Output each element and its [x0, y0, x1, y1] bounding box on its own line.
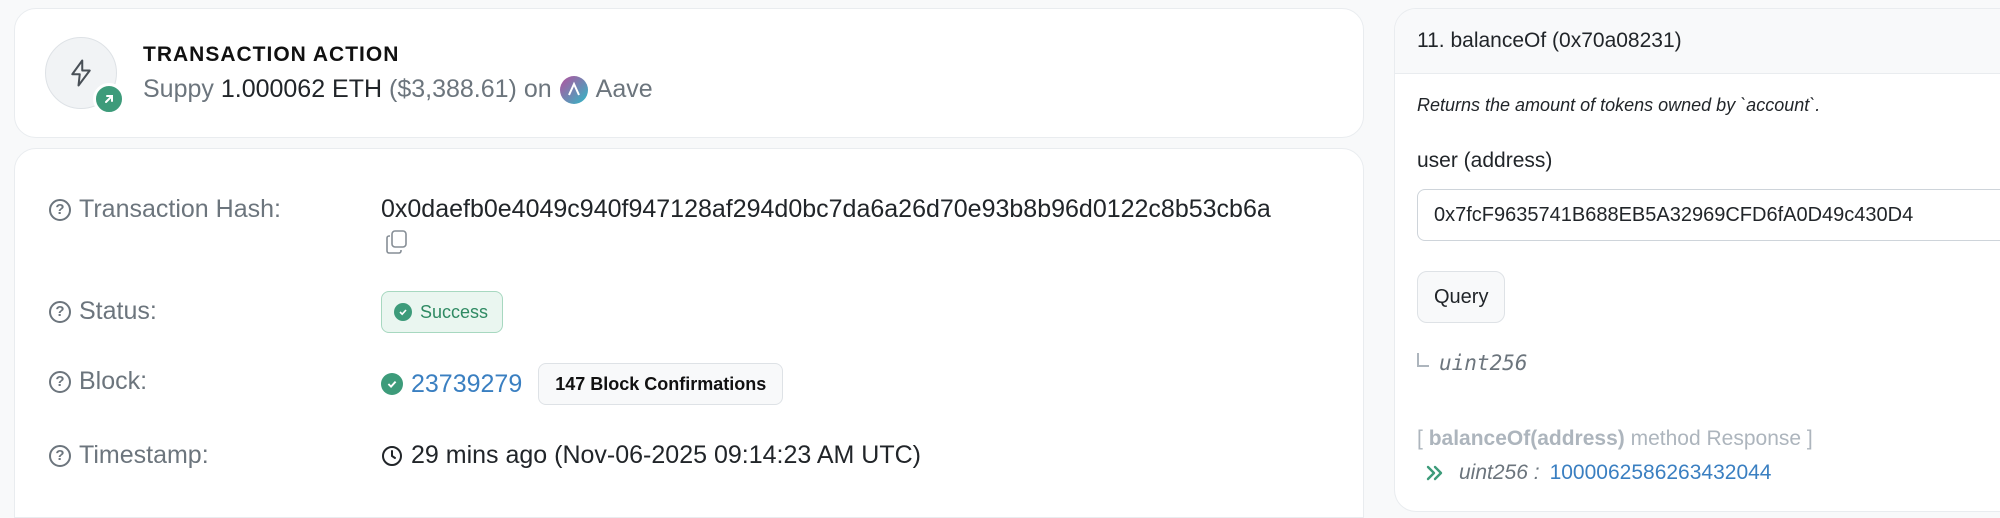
- action-on: on: [523, 75, 552, 103]
- timestamp-value: 29 mins ago (Nov-06-2025 09:14:23 AM UTC…: [381, 441, 921, 470]
- response-value: 1000062586263432044: [1549, 461, 1772, 484]
- response-row: uint256 : 1000062586263432044: [1425, 461, 1771, 485]
- action-summary: Suppy 1.000062 ETH ($3,388.61) on Aave: [143, 75, 653, 104]
- check-circle-icon: [381, 373, 403, 395]
- action-title: TRANSACTION ACTION: [143, 43, 400, 66]
- help-icon[interactable]: ?: [49, 198, 71, 221]
- action-verb: Suppy: [143, 75, 214, 103]
- function-header[interactable]: 11. balanceOf (0x70a08231): [1395, 9, 2000, 74]
- status-value: Success: [381, 291, 504, 333]
- transaction-action-card: TRANSACTION ACTION Suppy 1.000062 ETH ($…: [14, 8, 1364, 138]
- function-description: Returns the amount of tokens owned by `a…: [1417, 95, 1821, 115]
- block-label: ? Block:: [49, 367, 147, 396]
- copy-icon[interactable]: [385, 229, 409, 260]
- action-amount: 1.000062 ETH: [220, 75, 383, 103]
- block-value: 23739279 147 Block Confirmations: [381, 363, 784, 405]
- transaction-details-card: ? Transaction Hash: 0x0daefb0e4049c940f94…: [14, 148, 1364, 518]
- aave-logo-icon: [559, 75, 588, 104]
- timestamp-label: ? Timestamp:: [49, 441, 209, 470]
- action-protocol-link[interactable]: Aave: [596, 75, 653, 104]
- return-type: uint256: [1417, 351, 1528, 375]
- address-input[interactable]: [1417, 189, 2000, 241]
- query-button[interactable]: Query: [1417, 271, 1506, 323]
- response-method: balanceOf(address): [1428, 427, 1625, 450]
- help-icon[interactable]: ?: [49, 370, 71, 393]
- help-icon[interactable]: ?: [49, 444, 71, 467]
- tree-branch-icon: [1417, 353, 1429, 367]
- block-confirmations-badge: 147 Block Confirmations: [538, 363, 784, 405]
- function-title: 11. balanceOf (0x70a08231): [1417, 29, 1682, 52]
- double-chevron-right-icon: [1425, 464, 1445, 482]
- response-title: [ balanceOf(address) method Response ]: [1417, 427, 1813, 450]
- status-badge: Success: [381, 291, 504, 333]
- status-label: ? Status:: [49, 297, 157, 326]
- clock-icon: [381, 445, 403, 467]
- arrow-up-right-icon: [93, 83, 125, 115]
- response-type: uint256 :: [1459, 461, 1540, 484]
- check-circle-icon: [394, 303, 412, 321]
- param-label: user (address): [1417, 149, 1553, 172]
- block-number-link[interactable]: 23739279: [411, 370, 522, 399]
- help-icon[interactable]: ?: [49, 300, 71, 323]
- read-function-card: 11. balanceOf (0x70a08231) Returns the a…: [1394, 8, 2000, 512]
- tx-hash-value: 0x0daefb0e4049c940f947128af294d0bc7da6a2…: [381, 195, 1271, 223]
- tx-hash-label: ? Transaction Hash:: [49, 195, 281, 224]
- action-usd: ($3,388.61): [389, 75, 517, 103]
